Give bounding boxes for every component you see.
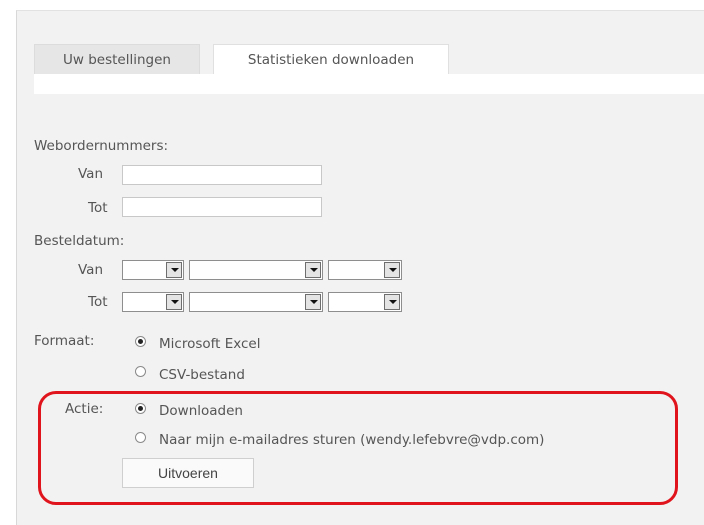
dropdown-arrow-icon[interactable] bbox=[305, 262, 321, 278]
radio-email[interactable] bbox=[135, 432, 146, 443]
formaat-label: Formaat: bbox=[34, 333, 95, 349]
tab-uw-bestellingen[interactable]: Uw bestellingen bbox=[34, 44, 200, 75]
dropdown-arrow-icon[interactable] bbox=[305, 294, 321, 310]
radio-csv-bestand[interactable] bbox=[135, 366, 146, 377]
uitvoeren-button[interactable]: Uitvoeren bbox=[122, 458, 254, 488]
tot-day-select[interactable] bbox=[122, 292, 184, 312]
dropdown-arrow-icon[interactable] bbox=[384, 262, 400, 278]
tot-year-select[interactable] bbox=[328, 292, 402, 312]
option-microsoft-excel-label: Microsoft Excel bbox=[159, 336, 261, 352]
van-day-select[interactable] bbox=[122, 260, 184, 280]
weborder-van-label: Van bbox=[78, 166, 104, 182]
radio-microsoft-excel[interactable] bbox=[135, 336, 146, 347]
tot-month-select[interactable] bbox=[189, 292, 323, 312]
radio-downloaden[interactable] bbox=[135, 403, 146, 414]
option-downloaden-label: Downloaden bbox=[159, 403, 243, 419]
weborder-tot-input[interactable] bbox=[122, 197, 322, 217]
webordernummers-heading: Webordernummers: bbox=[34, 138, 169, 154]
van-month-select[interactable] bbox=[189, 260, 323, 280]
tab-content-header bbox=[34, 74, 704, 94]
besteldatum-heading: Besteldatum: bbox=[34, 233, 125, 249]
besteldatum-tot-label: Tot bbox=[88, 294, 108, 310]
van-year-select[interactable] bbox=[328, 260, 402, 280]
tab-statistieken-downloaden[interactable]: Statistieken downloaden bbox=[213, 44, 449, 75]
weborder-tot-label: Tot bbox=[88, 200, 108, 216]
option-csv-bestand-label: CSV-bestand bbox=[159, 367, 245, 383]
option-email-label: Naar mijn e-mailadres sturen (wendy.lefe… bbox=[159, 432, 545, 448]
weborder-van-input[interactable] bbox=[122, 165, 322, 185]
dropdown-arrow-icon[interactable] bbox=[384, 294, 400, 310]
dropdown-arrow-icon[interactable] bbox=[166, 262, 182, 278]
dropdown-arrow-icon[interactable] bbox=[166, 294, 182, 310]
besteldatum-van-label: Van bbox=[78, 262, 104, 278]
actie-label: Actie: bbox=[65, 401, 104, 417]
